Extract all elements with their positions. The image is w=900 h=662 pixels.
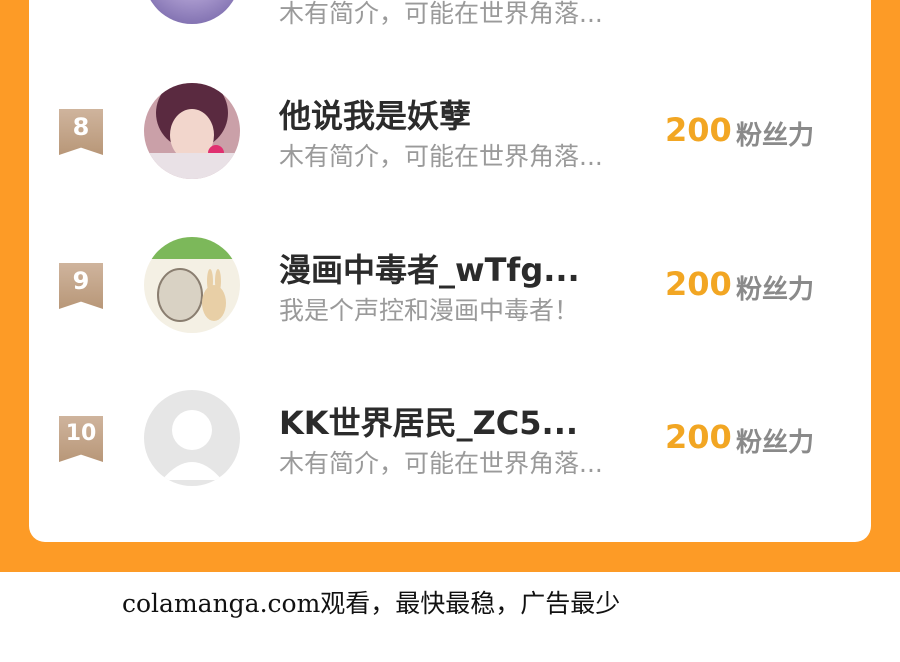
- user-description: 木有简介，可能在世界角落...: [279, 142, 603, 171]
- user-description: 木有简介，可能在世界角落...: [279, 0, 603, 28]
- fan-points-label: 粉丝力: [736, 121, 815, 151]
- fan-points-label: 粉丝力: [736, 275, 815, 305]
- user-name[interactable]: KK世界居民_ZC5...: [279, 398, 578, 444]
- fan-points-value: 200: [665, 418, 732, 456]
- fan-points-value: 200: [665, 111, 732, 149]
- avatar-photo: [144, 237, 240, 333]
- avatar-photo: [144, 83, 240, 179]
- avatar[interactable]: [144, 0, 240, 24]
- fan-points-value: 200: [665, 265, 732, 303]
- list-item[interactable]: 8 他说我是妖孽 木有简介，可能在世界角落... 200 粉丝力: [0, 83, 900, 193]
- avatar[interactable]: [144, 237, 240, 333]
- watermark-text: colamanga.com观看，最快最稳，广告最少: [122, 589, 621, 618]
- rank-badge: 9: [59, 263, 103, 309]
- rank-badge: 10: [59, 416, 103, 462]
- user-name[interactable]: 他说我是妖孽: [279, 91, 471, 137]
- user-name[interactable]: 漫画中毒者_wTfg...: [279, 245, 580, 291]
- list-item[interactable]: 9 漫画中毒者_wTfg... 我是个声控和漫画中毒者！ 200 粉丝力: [0, 237, 900, 347]
- avatar[interactable]: [144, 83, 240, 179]
- list-item[interactable]: 木有简介，可能在世界角落...: [0, 0, 900, 50]
- list-item[interactable]: 10 KK世界居民_ZC5... 木有简介，可能在世界角落... 200 粉丝力: [0, 390, 900, 500]
- default-avatar-icon: [144, 390, 240, 486]
- avatar[interactable]: [144, 390, 240, 486]
- fan-points-label: 粉丝力: [736, 428, 815, 458]
- rank-badge: 8: [59, 109, 103, 155]
- user-description: 木有简介，可能在世界角落...: [279, 449, 603, 478]
- user-description: 我是个声控和漫画中毒者！: [279, 296, 580, 325]
